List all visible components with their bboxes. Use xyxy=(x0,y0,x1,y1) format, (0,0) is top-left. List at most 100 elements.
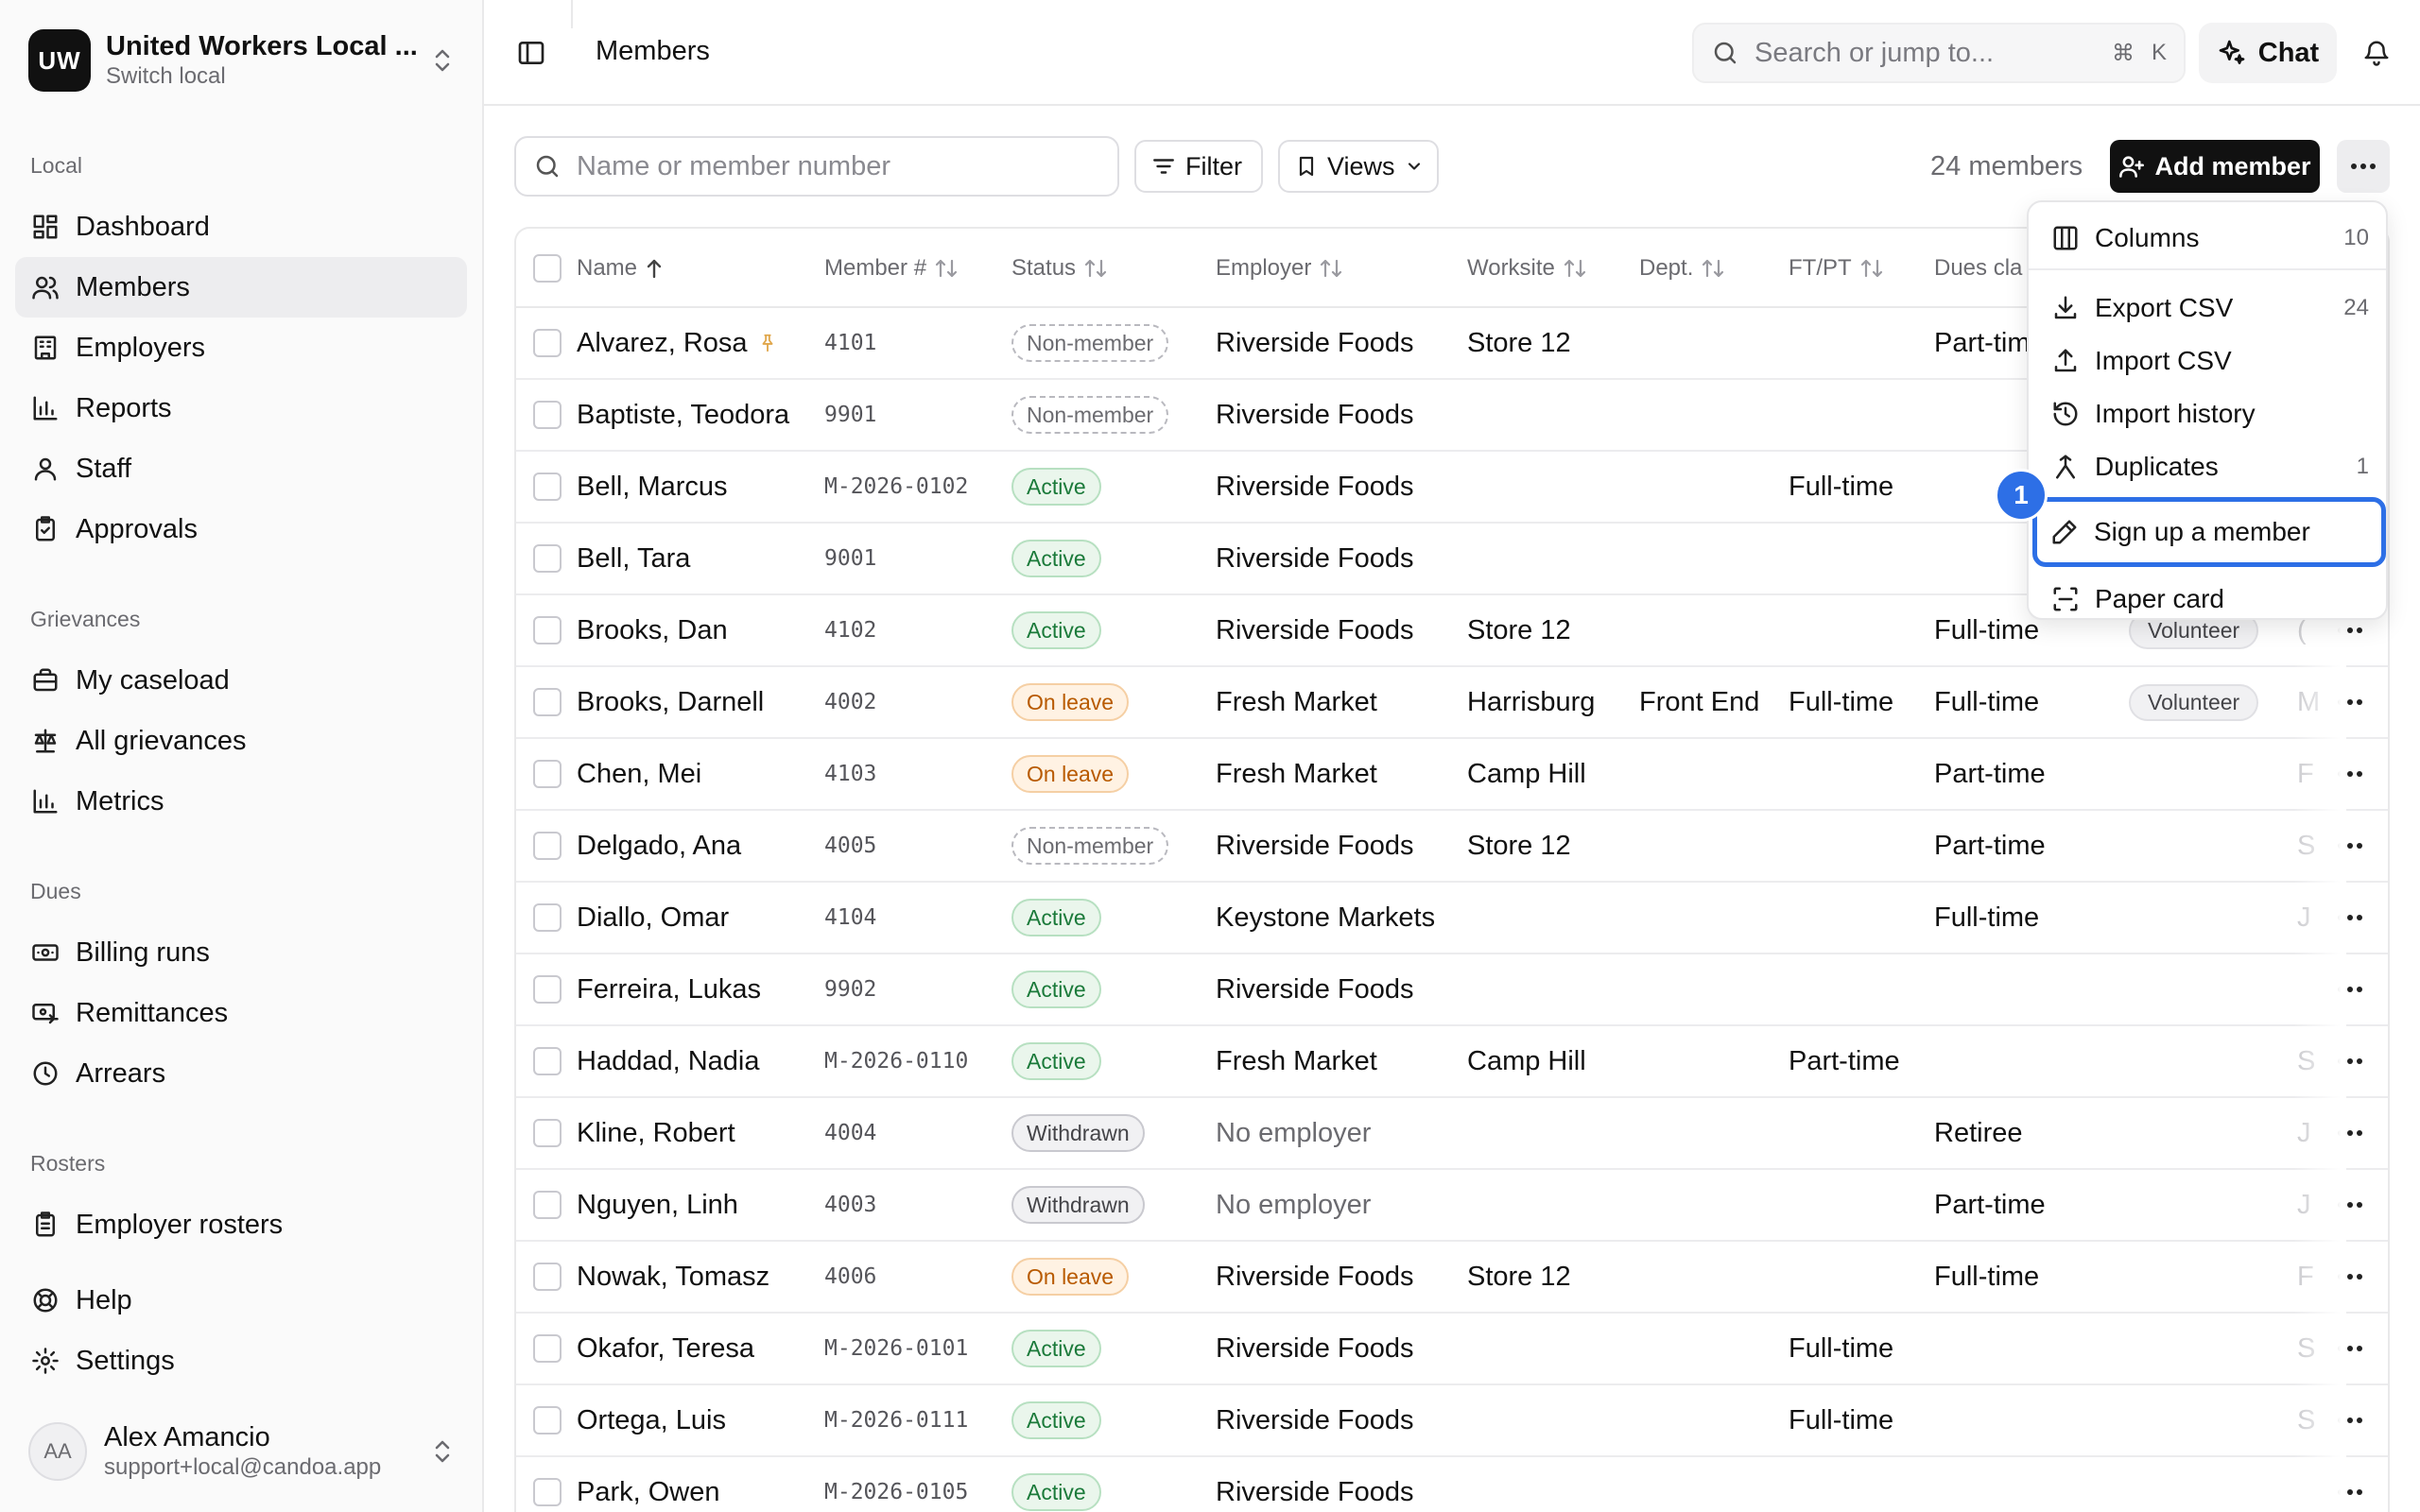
sidebar-item-settings[interactable]: Settings xyxy=(15,1331,467,1391)
sidebar-item-remittances[interactable]: Remittances xyxy=(15,983,467,1043)
sidebar-toggle-icon[interactable] xyxy=(512,34,550,72)
member-name[interactable]: Ortega, Luis xyxy=(577,1405,726,1436)
table-row[interactable]: Nowak, Tomasz 4006 On leave Riverside Fo… xyxy=(516,1242,2388,1314)
table-row[interactable]: Kline, Robert 4004 Withdrawn No employer… xyxy=(516,1098,2388,1170)
row-actions-button[interactable] xyxy=(2331,1119,2369,1147)
row-checkbox[interactable] xyxy=(533,1263,562,1291)
member-name[interactable]: Delgado, Ana xyxy=(577,831,741,862)
column-header-worksite[interactable]: Worksite xyxy=(1467,229,1587,308)
sidebar-item-approvals[interactable]: Approvals xyxy=(15,499,467,559)
row-actions-button[interactable] xyxy=(2331,975,2369,1004)
column-header-dept[interactable]: Dept. xyxy=(1639,229,1725,308)
column-header-dues-class[interactable]: Dues cla xyxy=(1934,229,2022,308)
add-member-button[interactable]: Add member xyxy=(2110,140,2320,193)
row-checkbox[interactable] xyxy=(533,832,562,860)
column-header-member-number[interactable]: Member # xyxy=(824,229,959,308)
table-row[interactable]: Okafor, Teresa M-2026-0101 Active Rivers… xyxy=(516,1314,2388,1385)
table-row[interactable]: Brooks, Darnell 4002 On leave Fresh Mark… xyxy=(516,667,2388,739)
row-actions-button[interactable] xyxy=(2331,1406,2369,1435)
table-row[interactable]: Diallo, Omar 4104 Active Keystone Market… xyxy=(516,883,2388,954)
table-row[interactable]: Park, Owen M-2026-0105 Active Riverside … xyxy=(516,1457,2388,1512)
sidebar-item-metrics[interactable]: Metrics xyxy=(15,771,467,832)
more-options-button[interactable] xyxy=(2337,140,2390,193)
menu-item-duplicates[interactable]: Duplicates 1 xyxy=(2044,440,2375,493)
member-name[interactable]: Nguyen, Linh xyxy=(577,1190,738,1221)
row-checkbox[interactable] xyxy=(533,688,562,716)
row-actions-button[interactable] xyxy=(2331,832,2369,860)
member-name[interactable]: Chen, Mei xyxy=(577,759,701,790)
row-actions-button[interactable] xyxy=(2331,1334,2369,1363)
member-name[interactable]: Brooks, Darnell xyxy=(577,687,764,718)
member-name[interactable]: Bell, Tara xyxy=(577,543,690,575)
menu-item-import-history[interactable]: Import history xyxy=(2044,387,2375,440)
column-header-employer[interactable]: Employer xyxy=(1216,229,1343,308)
sidebar-item-dashboard[interactable]: Dashboard xyxy=(15,197,467,257)
views-button[interactable]: Views xyxy=(1278,140,1439,193)
table-row[interactable]: Chen, Mei 4103 On leave Fresh Market Cam… xyxy=(516,739,2388,811)
row-checkbox[interactable] xyxy=(533,401,562,429)
row-checkbox[interactable] xyxy=(533,616,562,644)
row-actions-button[interactable] xyxy=(2331,688,2369,716)
column-header-ftpt[interactable]: FT/PT xyxy=(1789,229,1884,308)
user-menu[interactable]: AA Alex Amancio support+local@candoa.app xyxy=(28,1414,459,1489)
member-name[interactable]: Kline, Robert xyxy=(577,1118,735,1149)
row-actions-button[interactable] xyxy=(2331,903,2369,932)
sidebar-item-billing-runs[interactable]: Billing runs xyxy=(15,922,467,983)
menu-item-import-csv[interactable]: Import CSV xyxy=(2044,335,2375,387)
column-header-name[interactable]: Name xyxy=(577,229,664,308)
sidebar-item-all-grievances[interactable]: All grievances xyxy=(15,711,467,771)
chat-button[interactable]: Chat xyxy=(2199,23,2337,83)
table-row[interactable]: Delgado, Ana 4005 Non-member Riverside F… xyxy=(516,811,2388,883)
table-row[interactable]: Ortega, Luis M-2026-0111 Active Riversid… xyxy=(516,1385,2388,1457)
sidebar-item-reports[interactable]: Reports xyxy=(15,378,467,438)
member-name[interactable]: Alvarez, Rosa xyxy=(577,328,748,359)
row-actions-button[interactable] xyxy=(2331,1191,2369,1219)
menu-item-sign-up-a-member[interactable]: Sign up a member xyxy=(2032,497,2386,567)
table-row[interactable]: Ferreira, Lukas 9902 Active Riverside Fo… xyxy=(516,954,2388,1026)
local-switcher[interactable]: UW United Workers Local ... Switch local xyxy=(28,28,459,93)
row-checkbox[interactable] xyxy=(533,1119,562,1147)
row-checkbox[interactable] xyxy=(533,975,562,1004)
row-checkbox[interactable] xyxy=(533,1478,562,1506)
row-checkbox[interactable] xyxy=(533,1334,562,1363)
member-name[interactable]: Bell, Marcus xyxy=(577,472,728,503)
sidebar-item-arrears[interactable]: Arrears xyxy=(15,1043,467,1104)
member-name[interactable]: Ferreira, Lukas xyxy=(577,974,761,1005)
column-header-status[interactable]: Status xyxy=(1011,229,1108,308)
menu-item-export-csv[interactable]: Export CSV 24 xyxy=(2044,282,2375,335)
member-name[interactable]: Diallo, Omar xyxy=(577,902,729,934)
sidebar-item-help[interactable]: Help xyxy=(15,1270,467,1331)
sidebar-item-employer-rosters[interactable]: Employer rosters xyxy=(15,1194,467,1255)
menu-item-paper-card[interactable]: Paper card xyxy=(2044,573,2375,626)
row-checkbox[interactable] xyxy=(533,1047,562,1075)
row-checkbox[interactable] xyxy=(533,544,562,573)
global-search[interactable]: Search or jump to... ⌘ K xyxy=(1692,23,2186,83)
row-checkbox[interactable] xyxy=(533,903,562,932)
sidebar-item-my-caseload[interactable]: My caseload xyxy=(15,650,467,711)
table-row[interactable]: Nguyen, Linh 4003 Withdrawn No employer … xyxy=(516,1170,2388,1242)
sidebar-item-employers[interactable]: Employers xyxy=(15,318,467,378)
row-actions-button[interactable] xyxy=(2331,1263,2369,1291)
row-checkbox[interactable] xyxy=(533,1406,562,1435)
member-name[interactable]: Okafor, Teresa xyxy=(577,1333,754,1365)
row-checkbox[interactable] xyxy=(533,760,562,788)
row-actions-button[interactable] xyxy=(2331,1047,2369,1075)
row-checkbox[interactable] xyxy=(533,329,562,357)
sidebar-item-members[interactable]: Members xyxy=(15,257,467,318)
filter-button[interactable]: Filter xyxy=(1134,140,1263,193)
row-actions-button[interactable] xyxy=(2331,1478,2369,1506)
member-name[interactable]: Nowak, Tomasz xyxy=(577,1262,769,1293)
bell-icon[interactable] xyxy=(2358,34,2395,72)
member-name[interactable]: Park, Owen xyxy=(577,1477,720,1508)
member-name[interactable]: Haddad, Nadia xyxy=(577,1046,759,1077)
menu-item-columns[interactable]: Columns 10 xyxy=(2044,212,2375,265)
table-row[interactable]: Haddad, Nadia M-2026-0110 Active Fresh M… xyxy=(516,1026,2388,1098)
sidebar-item-staff[interactable]: Staff xyxy=(15,438,467,499)
row-checkbox[interactable] xyxy=(533,472,562,501)
row-checkbox[interactable] xyxy=(533,1191,562,1219)
member-filter-input[interactable]: Name or member number xyxy=(514,136,1119,197)
select-all-checkbox[interactable] xyxy=(533,254,562,283)
member-name[interactable]: Baptiste, Teodora xyxy=(577,400,789,431)
row-actions-button[interactable] xyxy=(2331,760,2369,788)
member-name[interactable]: Brooks, Dan xyxy=(577,615,728,646)
